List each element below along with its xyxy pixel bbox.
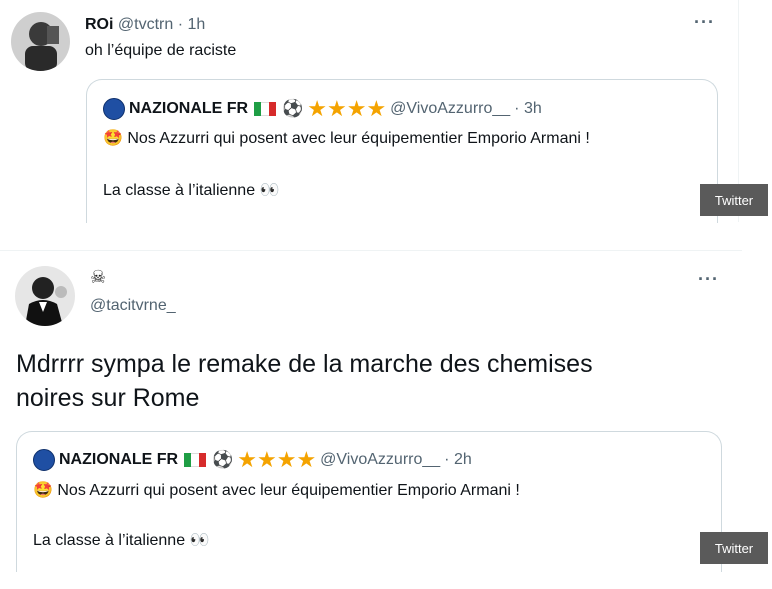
quoted-display-name: NAZIONALE FR — [59, 451, 179, 468]
more-options-icon[interactable]: ··· — [694, 12, 715, 33]
quoted-timestamp: · 3h — [514, 100, 542, 117]
display-name[interactable]: ROi — [85, 16, 113, 33]
user-handle[interactable]: @tvctrn — [118, 16, 173, 33]
timestamp[interactable]: · 1h — [178, 16, 206, 33]
tweet-text: oh l’équipe de raciste — [85, 42, 237, 59]
italy-flag-icon — [254, 102, 277, 116]
star-icons: ★★★★ — [237, 447, 317, 472]
avatar[interactable] — [11, 12, 70, 71]
twitter-badge: Twitter — [700, 532, 768, 564]
quoted-handle: @VivoAzzurro__ — [320, 451, 441, 468]
quoted-text-line: La classe à l’italienne 👀 — [33, 532, 210, 549]
quoted-handle: @VivoAzzurro__ — [390, 100, 511, 117]
avatar[interactable] — [15, 266, 75, 326]
tweet-card[interactable]: ROi @tvctrn · 1h ··· oh l’équipe de raci… — [0, 0, 739, 223]
team-logo-icon — [33, 449, 55, 471]
quoted-tweet[interactable]: NAZIONALE FR ⚽ ★★★★ @VivoAzzurro__ · 2h … — [16, 431, 722, 572]
tweet-text: Mdrrrr sympa le remake de la marche des … — [16, 347, 593, 415]
quoted-text-line: Nos Azzurri qui posent avec leur équipem… — [57, 482, 520, 499]
quoted-tweet[interactable]: NAZIONALE FR ⚽ ★★★★ @VivoAzzurro__ · 3h … — [86, 79, 718, 223]
soccer-ball-icon: ⚽ — [282, 99, 304, 118]
tweet-text-line: Mdrrrr sympa le remake de la marche des … — [16, 350, 593, 378]
quoted-timestamp: · 2h — [444, 451, 472, 468]
user-handle[interactable]: @tacitvrne_ — [90, 297, 176, 315]
italy-flag-icon — [184, 453, 207, 467]
star-struck-emoji-icon: 🤩 — [33, 482, 53, 499]
twitter-badge: Twitter — [700, 184, 768, 216]
quoted-text-line: La classe à l’italienne 👀 — [103, 182, 280, 199]
star-struck-emoji-icon: 🤩 — [103, 130, 123, 147]
soccer-ball-icon: ⚽ — [212, 450, 234, 469]
tweet-card[interactable]: ☠ @tacitvrne_ ··· Mdrrrr sympa le remake… — [0, 250, 742, 572]
quoted-text-line: Nos Azzurri qui posent avec leur équipem… — [127, 130, 590, 147]
display-name[interactable]: ☠ — [90, 267, 106, 288]
tweet-text-line: noires sur Rome — [16, 384, 200, 412]
team-logo-icon — [103, 98, 125, 120]
star-icons: ★★★★ — [307, 96, 387, 121]
quoted-display-name: NAZIONALE FR — [129, 100, 249, 117]
more-options-icon[interactable]: ··· — [698, 269, 719, 290]
